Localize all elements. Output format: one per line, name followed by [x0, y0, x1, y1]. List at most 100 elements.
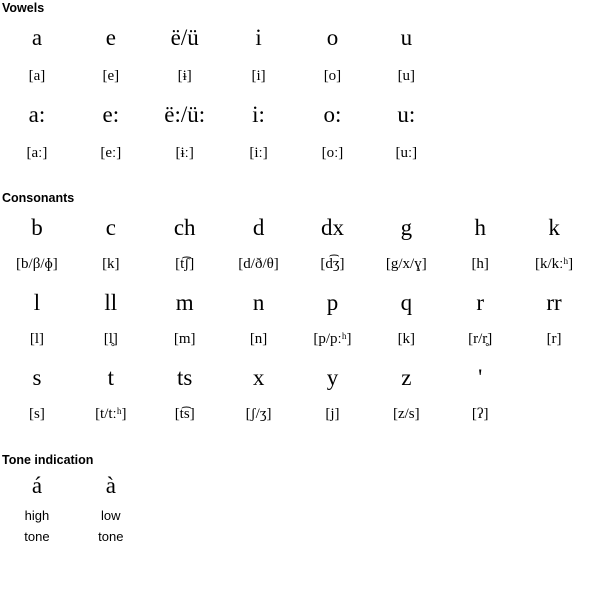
consonant-ipa: [l] [29, 331, 45, 347]
tone-label-empty [222, 526, 296, 547]
alphabet-chart-page: Vowels a e ë/ü i o u [a] [e] [ɨ] [i] [o]… [0, 0, 591, 611]
tone-label-empty [517, 526, 591, 547]
consonants-ipa-row-1: [b/β/ɸ] [k] [t͡ʃ] [d/ð/θ] [d͡ʒ] [g/x/ɣ] … [0, 248, 591, 280]
vowels-letters-row-1: a e ë/ü i o u [0, 18, 591, 58]
consonant-ipa: [t͡s] [174, 406, 195, 422]
consonant-ipa-empty [517, 398, 591, 430]
vowel-ipa: [i] [251, 68, 266, 84]
vowel-ipa-long: [ɨː] [175, 145, 194, 161]
tone-label-empty [369, 505, 443, 526]
consonant-ipa: [g/x/ɣ] [385, 256, 427, 272]
consonant-letter: k [548, 215, 560, 240]
vowel-ipa-empty [443, 60, 517, 92]
consonant-ipa: [m] [173, 331, 196, 347]
tone-label-empty [443, 526, 517, 547]
consonant-letter: dx [320, 215, 344, 240]
consonant-letter: g [400, 215, 413, 240]
consonant-letter: l [33, 290, 41, 315]
tone-symbol-empty [148, 467, 222, 505]
tone-label-empty [148, 526, 222, 547]
tone-symbol-low: à [105, 473, 116, 498]
tone-label-empty [222, 505, 296, 526]
consonant-letter: p [326, 290, 339, 315]
tone-label-high-line1: high [24, 508, 50, 523]
consonant-letter: d [252, 215, 265, 240]
vowels-ipa-row-2: [aː] [eː] [ɨː] [iː] [oː] [uː] [0, 137, 591, 169]
tone-label-empty [443, 505, 517, 526]
consonant-ipa: [t/tːʰ] [95, 406, 127, 422]
consonant-letter: ch [173, 215, 196, 240]
consonant-ipa: [z/s] [392, 406, 420, 422]
consonant-ipa: [h] [471, 256, 489, 272]
vowel-letter-long: a: [28, 102, 46, 127]
tone-label-low-line2: tone [98, 529, 124, 544]
vowel-ipa: [ɨ] [177, 68, 192, 84]
consonant-letter: h [474, 215, 486, 240]
consonant-ipa: [r/r̥] [468, 331, 493, 347]
consonant-ipa-glottal: [ʔ] [471, 406, 489, 422]
consonant-letter-empty [517, 358, 591, 398]
section-heading-vowels: Vowels [2, 1, 45, 15]
tone-label-empty [369, 526, 443, 547]
section-heading-consonants: Consonants [2, 191, 75, 205]
vowels-letters-row-2: a: e: ë:/ü: i: o: u: [0, 95, 591, 135]
vowel-letter: u [400, 25, 413, 50]
consonant-ipa: [k] [102, 256, 120, 272]
consonant-letter: c [105, 215, 116, 240]
consonant-ipa: [d/ð/θ] [238, 256, 279, 272]
consonant-ipa: [k/kːʰ] [534, 256, 574, 272]
tone-label-low-line1: low [101, 508, 121, 523]
consonant-letter: t [107, 365, 114, 390]
vowel-letter-long: e: [102, 102, 120, 127]
consonant-ipa: [p/pːʰ] [313, 331, 352, 347]
consonant-ipa: [l̥] [103, 331, 118, 347]
consonant-letter: m [175, 290, 194, 315]
consonant-ipa: [ʃ/ʒ] [245, 406, 272, 422]
vowel-ipa: [u] [397, 68, 416, 84]
vowel-letter-long: ë:/ü: [164, 102, 206, 127]
consonant-letter: x [252, 365, 265, 390]
tone-symbol-empty [443, 467, 517, 505]
vowel-letter-empty [517, 95, 591, 135]
consonant-letter: rr [546, 290, 562, 315]
consonant-ipa: [j] [325, 406, 340, 422]
consonant-ipa: [s] [29, 406, 45, 422]
consonants-letters-row-2: l ll m n p q r rr [0, 283, 591, 323]
consonant-letter-glottal: ' [478, 365, 483, 390]
tone-symbol-empty [222, 467, 296, 505]
consonant-ipa: [d͡ʒ] [320, 256, 345, 272]
tone-symbol-empty [369, 467, 443, 505]
vowel-letter: e [105, 25, 116, 50]
tone-symbols-row: á à [0, 467, 591, 505]
vowel-ipa: [o] [323, 68, 342, 84]
vowel-letter-empty [443, 95, 517, 135]
vowel-ipa-long: [uː] [395, 145, 418, 161]
tone-label-empty [517, 505, 591, 526]
consonant-ipa: [r] [546, 331, 562, 347]
consonants-letters-row-1: b c ch d dx g h k [0, 208, 591, 248]
tone-label-empty [296, 526, 370, 547]
tone-symbol-empty [296, 467, 370, 505]
tone-symbol-empty [517, 467, 591, 505]
vowel-letter-long: o: [323, 102, 342, 127]
vowel-letter-long: i: [252, 102, 265, 127]
consonant-letter: n [252, 290, 265, 315]
vowel-letter: a [31, 25, 43, 50]
consonant-letter: q [400, 290, 413, 315]
vowel-letter-empty [517, 18, 591, 58]
vowel-ipa-long: [eː] [100, 145, 122, 161]
vowel-ipa-empty [517, 137, 591, 169]
vowel-letter: ë/ü [170, 25, 199, 50]
tone-symbol-high: á [31, 473, 43, 498]
vowel-ipa-long: [oː] [321, 145, 344, 161]
vowel-letter: i [255, 25, 262, 50]
section-heading-tone-indication: Tone indication [2, 453, 94, 467]
consonant-letter: z [401, 365, 412, 390]
vowel-ipa-long: [aː] [26, 145, 48, 161]
tone-label-empty [296, 505, 370, 526]
vowel-ipa-long: [iː] [249, 145, 268, 161]
consonant-letter: b [31, 215, 43, 240]
consonant-letter: s [32, 365, 42, 390]
consonants-ipa-row-2: [l] [l̥] [m] [n] [p/pːʰ] [k] [r/r̥] [r] [0, 323, 591, 355]
vowel-ipa: [e] [102, 68, 120, 84]
